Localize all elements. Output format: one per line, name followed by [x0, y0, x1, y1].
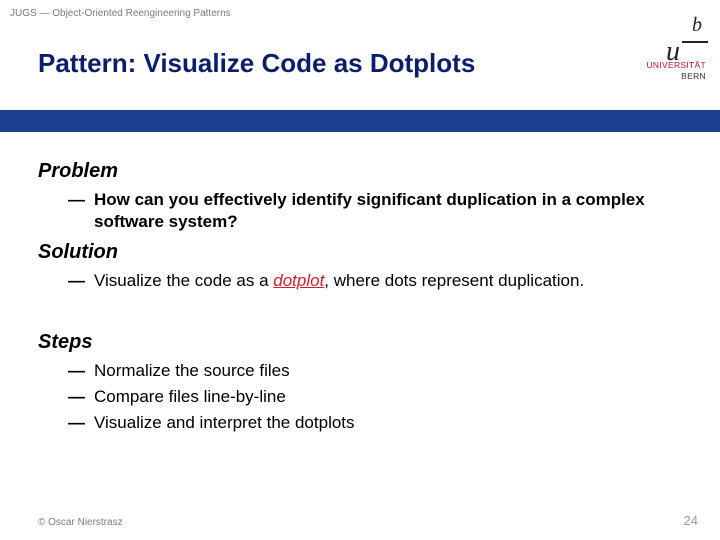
university-name: UNIVERSITÄT BERN — [646, 60, 706, 81]
problem-bullets: — How can you effectively identify signi… — [68, 189, 682, 233]
slide-content: Problem — How can you effectively identi… — [0, 132, 720, 434]
doc-tag: JUGS — Object-Oriented Reengineering Pat… — [10, 8, 231, 19]
page-number: 24 — [684, 513, 698, 528]
solution-bullets: — Visualize the code as a dotplot, where… — [68, 270, 682, 292]
problem-text: How can you effectively identify signifi… — [94, 189, 682, 233]
list-item: — Normalize the source files — [68, 360, 682, 382]
solution-text: Visualize the code as a dotplot, where d… — [94, 270, 682, 292]
copyright: © Oscar Nierstrasz — [38, 517, 123, 528]
university-logo: b u UNIVERSITÄT BERN — [600, 0, 720, 110]
title-separator-band — [0, 110, 720, 132]
step-text: Normalize the source files — [94, 360, 682, 382]
em-dash-icon: — — [68, 189, 94, 211]
list-item: — Visualize the code as a dotplot, where… — [68, 270, 682, 292]
em-dash-icon: — — [68, 386, 94, 408]
em-dash-icon: — — [68, 270, 94, 292]
logo-letter-b: b — [692, 14, 702, 37]
solution-suffix: , where dots represent duplication. — [324, 271, 584, 290]
step-text: Visualize and interpret the dotplots — [94, 412, 682, 434]
problem-heading: Problem — [38, 160, 682, 183]
university-name-line1: UNIVERSITÄT — [646, 60, 706, 70]
university-name-line2: BERN — [681, 71, 706, 81]
step-text: Compare files line-by-line — [94, 386, 682, 408]
solution-heading: Solution — [38, 241, 682, 264]
steps-bullets: — Normalize the source files — Compare f… — [68, 360, 682, 433]
em-dash-icon: — — [68, 360, 94, 382]
solution-prefix: Visualize the code as a — [94, 271, 273, 290]
steps-heading: Steps — [38, 331, 682, 354]
logo-underline — [682, 41, 708, 43]
list-item: — Compare files line-by-line — [68, 386, 682, 408]
list-item: — How can you effectively identify signi… — [68, 189, 682, 233]
list-item: — Visualize and interpret the dotplots — [68, 412, 682, 434]
dotplot-keyword: dotplot — [273, 271, 324, 290]
page-title: Pattern: Visualize Code as Dotplots — [38, 48, 475, 79]
em-dash-icon: — — [68, 412, 94, 434]
